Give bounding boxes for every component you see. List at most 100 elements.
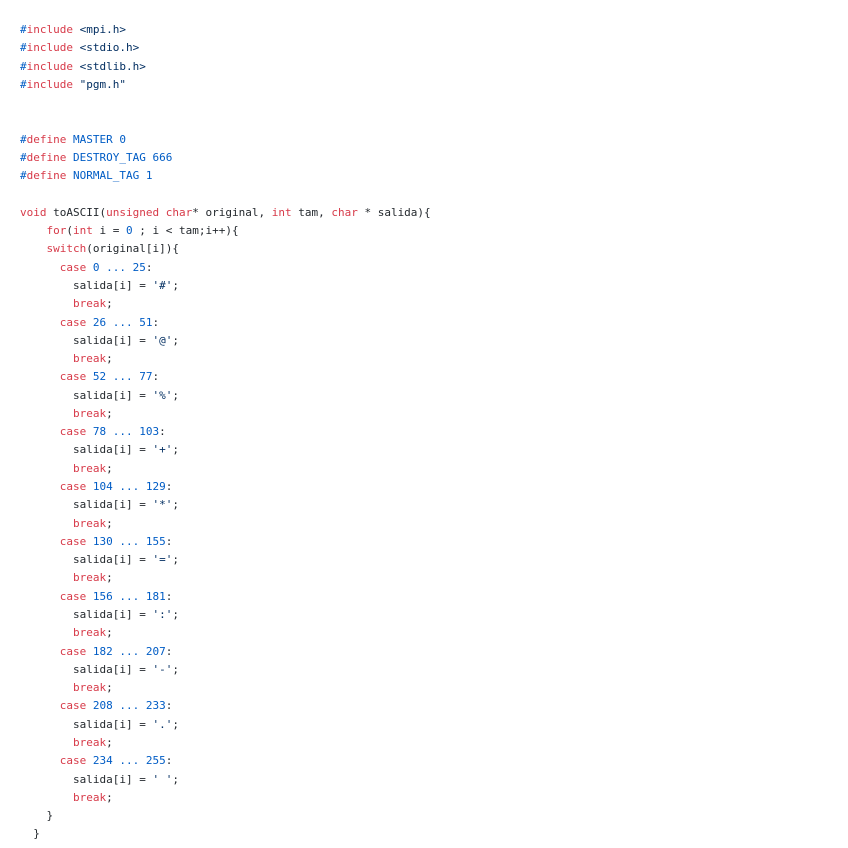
code-token: '+' bbox=[152, 443, 173, 457]
code-token: tam, bbox=[291, 205, 332, 219]
code-token: # bbox=[20, 23, 27, 36]
code-token: ( bbox=[66, 224, 73, 238]
code-line: #define NORMAL_TAG 1 bbox=[20, 167, 431, 185]
code-line: case 78 ... 103: bbox=[20, 423, 431, 441]
code-line: ​ bbox=[20, 186, 431, 204]
code-token: salida[i] = bbox=[20, 772, 153, 786]
code-token: ; bbox=[106, 626, 113, 640]
code-token: ; bbox=[106, 571, 113, 585]
code-token: # bbox=[20, 150, 27, 164]
code-token: ; bbox=[106, 297, 113, 311]
code-token: '@' bbox=[152, 333, 173, 347]
code-token: '=' bbox=[152, 553, 173, 567]
code-line: break; bbox=[20, 734, 431, 752]
code-token: # bbox=[20, 169, 27, 183]
code-token: '*' bbox=[152, 498, 173, 512]
code-token: int bbox=[73, 224, 93, 238]
code-token: : bbox=[165, 699, 173, 713]
code-line: case 104 ... 129: bbox=[20, 478, 431, 496]
code-line: salida[i] = '#'; bbox=[20, 277, 431, 295]
code-line: salida[i] = '='; bbox=[20, 551, 431, 569]
code-line: salida[i] = '-'; bbox=[20, 661, 431, 679]
code-token: ; bbox=[106, 352, 113, 366]
code-token: break bbox=[72, 735, 107, 749]
code-token: salida[i] = bbox=[20, 662, 153, 676]
code-token: 156 ... 181 bbox=[92, 589, 166, 603]
code-token: 234 ... 255 bbox=[92, 754, 166, 768]
code-line: ​ bbox=[20, 112, 431, 130]
code-token: salida[i] = bbox=[20, 553, 153, 567]
code-token: break bbox=[72, 516, 107, 530]
code-token: salida[i] = bbox=[20, 443, 153, 457]
code-line: for(int i = 0 ; i < tam;i++){ bbox=[20, 222, 431, 240]
code-token: : bbox=[165, 754, 173, 768]
code-token: : bbox=[159, 425, 166, 439]
code-token: : bbox=[165, 644, 173, 658]
code-token: ; bbox=[106, 790, 113, 804]
code-token: break bbox=[72, 297, 107, 311]
code-token: '.' bbox=[152, 717, 173, 731]
code-token: salida[i] = bbox=[20, 333, 153, 347]
code-token: ; bbox=[172, 553, 179, 567]
code-line: #define MASTER 0 bbox=[20, 131, 431, 149]
code-token: # bbox=[20, 41, 27, 55]
code-token: case bbox=[59, 425, 87, 439]
code-token: void bbox=[20, 205, 47, 219]
code-token: toASCII( bbox=[46, 205, 107, 219]
code-token: define bbox=[26, 169, 67, 183]
code-token: 104 ... 129 bbox=[92, 480, 166, 494]
code-token: char bbox=[331, 205, 358, 219]
code-token: ; bbox=[106, 735, 113, 749]
code-line: case 156 ... 181: bbox=[20, 588, 431, 606]
code-token: : bbox=[165, 480, 173, 494]
code-token: case bbox=[59, 699, 87, 713]
code-token: case bbox=[59, 480, 87, 494]
code-token: * salida){ bbox=[357, 205, 431, 219]
code-token: } bbox=[20, 809, 54, 823]
code-token: include bbox=[26, 41, 73, 55]
code-line: salida[i] = ' '; bbox=[20, 771, 431, 789]
code-token: include bbox=[26, 23, 73, 36]
code-line: } bbox=[20, 825, 431, 843]
code-token: 182 ... 207 bbox=[92, 644, 166, 658]
code-line: break; bbox=[20, 679, 431, 697]
code-token: 78 ... 103 bbox=[92, 425, 160, 439]
code-token: 208 ... 233 bbox=[92, 699, 166, 713]
code-token: : bbox=[152, 315, 160, 329]
code-line: switch(original[i]){ bbox=[20, 240, 431, 258]
code-token: include bbox=[26, 77, 73, 91]
code-token: : bbox=[152, 370, 160, 384]
code-token: int bbox=[271, 205, 292, 219]
code-line: salida[i] = '+'; bbox=[20, 441, 431, 459]
code-line: salida[i] = '.'; bbox=[20, 716, 431, 734]
code-token: break bbox=[72, 461, 107, 475]
code-token: <mpi.h> bbox=[79, 23, 126, 36]
code-token: switch bbox=[46, 242, 87, 256]
code-token: <stdio.h> bbox=[79, 41, 140, 55]
code-token: break bbox=[72, 626, 107, 640]
code-token: "pgm.h" bbox=[79, 77, 126, 91]
code-line: #define DESTROY_TAG 666 bbox=[20, 149, 431, 167]
code-token: ; bbox=[172, 278, 179, 292]
code-line: break; bbox=[20, 405, 431, 423]
code-line: case 182 ... 207: bbox=[20, 643, 431, 661]
code-token: for bbox=[46, 224, 67, 238]
code-token: break bbox=[72, 406, 107, 420]
